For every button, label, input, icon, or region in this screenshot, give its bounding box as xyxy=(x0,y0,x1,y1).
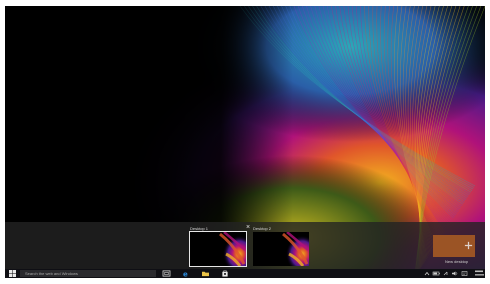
task-view-icon[interactable] xyxy=(162,270,171,277)
search-placeholder: Search the web and Windows xyxy=(25,271,78,276)
file-explorer-icon[interactable] xyxy=(201,270,210,277)
search-input[interactable]: Search the web and Windows xyxy=(20,270,156,277)
edge-icon[interactable]: e xyxy=(182,270,190,277)
clock-glyphs xyxy=(475,270,484,276)
battery-icon[interactable] xyxy=(432,271,440,276)
new-desktop-label: New desktop xyxy=(445,259,469,264)
plus-icon xyxy=(464,241,473,250)
windows-start-icon[interactable] xyxy=(9,270,16,277)
desktop-1-label[interactable]: Desktop 1 xyxy=(190,226,208,231)
desktop-2-label[interactable]: Desktop 2 xyxy=(253,226,271,231)
taskbar: Search the web and Windows e xyxy=(5,269,485,278)
chevron-up-icon[interactable] xyxy=(424,271,430,276)
network-icon[interactable] xyxy=(443,271,448,276)
svg-text:e: e xyxy=(183,270,188,277)
desktop-2-thumbnail[interactable] xyxy=(253,232,309,266)
volume-icon[interactable] xyxy=(452,271,458,276)
new-desktop-button[interactable] xyxy=(433,235,475,257)
action-center-icon[interactable] xyxy=(461,271,468,276)
desktop-screen: Desktop 1 × Desktop 2 New desktop Search… xyxy=(5,6,485,278)
store-icon[interactable] xyxy=(221,270,229,277)
clock[interactable] xyxy=(474,269,485,278)
system-tray xyxy=(424,271,468,276)
desktop-1-thumbnail[interactable] xyxy=(189,231,247,267)
task-view-strip: Desktop 1 × Desktop 2 New desktop xyxy=(5,222,485,269)
close-desktop-icon[interactable]: × xyxy=(246,223,250,233)
